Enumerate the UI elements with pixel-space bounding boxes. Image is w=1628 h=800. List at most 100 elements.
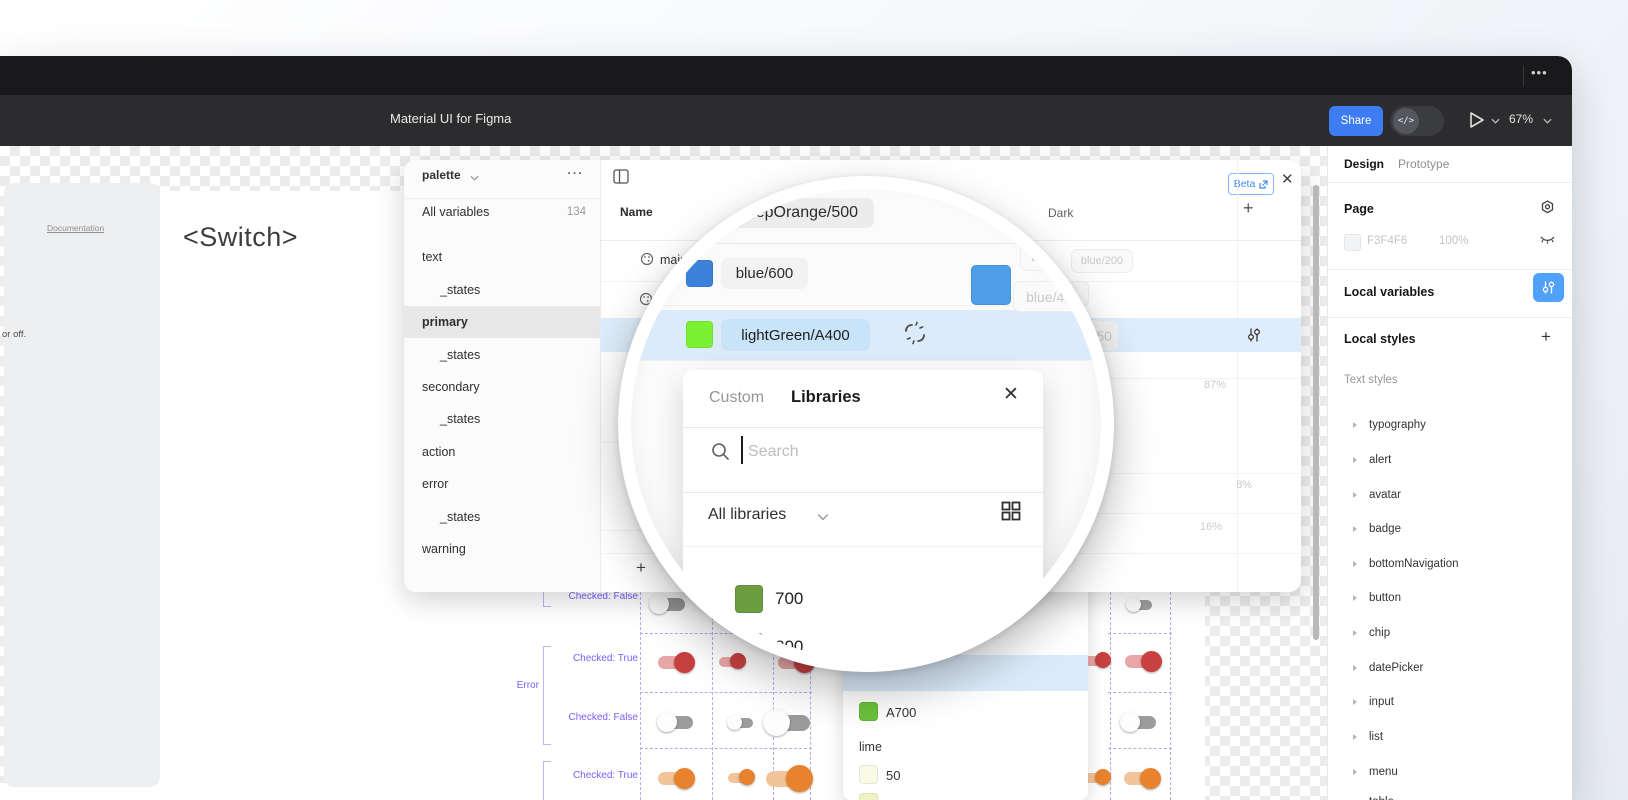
- chevron-down-icon[interactable]: [1491, 118, 1500, 124]
- panel-toggle-icon[interactable]: [613, 169, 629, 184]
- canvas-scrollbar[interactable]: [1313, 185, 1319, 640]
- value-chip-dark[interactable]: blue/400: [1013, 281, 1093, 312]
- page-opacity-value[interactable]: 100%: [1439, 235, 1468, 247]
- file-title[interactable]: Material UI for Figma: [390, 111, 511, 126]
- disclosure-triangle[interactable]: [1353, 630, 1357, 636]
- value-chip-selected[interactable]: lightGreen/A400: [721, 319, 870, 351]
- disclosure-triangle[interactable]: [1353, 769, 1357, 775]
- library-filter-dropdown[interactable]: All libraries: [708, 506, 786, 524]
- text-style-item[interactable]: input: [1369, 696, 1394, 708]
- page-color-value[interactable]: F3F4F6: [1367, 235, 1407, 247]
- sidebar-item-all-variables[interactable]: All variables: [422, 205, 489, 219]
- color-label[interactable]: 50: [886, 768, 900, 783]
- chevron-down-icon[interactable]: [1543, 118, 1552, 124]
- grid-view-icon[interactable]: [1001, 501, 1021, 521]
- layout-guide: [640, 748, 812, 749]
- share-button[interactable]: Share: [1329, 106, 1383, 136]
- tab-libraries[interactable]: Libraries: [791, 388, 861, 407]
- zoom-level[interactable]: 67%: [1509, 112, 1533, 126]
- disclosure-triangle[interactable]: [1353, 699, 1357, 705]
- add-variable-icon[interactable]: +: [636, 558, 646, 578]
- color-swatch[interactable]: [686, 321, 713, 348]
- play-icon[interactable]: [1468, 111, 1486, 129]
- text-style-item[interactable]: bottomNavigation: [1369, 558, 1459, 570]
- color-swatch[interactable]: [735, 633, 763, 659]
- disclosure-triangle[interactable]: [1353, 422, 1357, 428]
- color-label[interactable]: 800: [775, 637, 803, 657]
- color-swatch[interactable]: [859, 793, 878, 800]
- group-item[interactable]: error: [422, 477, 448, 491]
- tab-custom[interactable]: Custom: [709, 389, 764, 407]
- beta-badge[interactable]: Beta: [1228, 173, 1274, 195]
- inspector-panel: Design Prototype Page F3F4F6 100% Local …: [1327, 146, 1572, 800]
- page-color-swatch[interactable]: [1344, 234, 1361, 251]
- window-titlebar: •••: [0, 56, 1572, 95]
- code-icon: </>: [1393, 108, 1419, 134]
- color-swatch[interactable]: [971, 265, 1011, 305]
- text-style-item[interactable]: avatar: [1369, 489, 1401, 501]
- annotation-row-label: Checked: False: [553, 712, 638, 723]
- disclosure-triangle[interactable]: [1353, 492, 1357, 498]
- text-style-item[interactable]: menu: [1369, 766, 1398, 778]
- text-style-item[interactable]: table: [1369, 796, 1394, 800]
- local-styles-header[interactable]: Local styles: [1344, 332, 1416, 346]
- text-style-item[interactable]: alert: [1369, 454, 1391, 466]
- disclosure-triangle[interactable]: [1353, 526, 1357, 532]
- group-item[interactable]: action: [422, 445, 455, 459]
- tab-prototype[interactable]: Prototype: [1398, 157, 1449, 171]
- group-item[interactable]: secondary: [422, 380, 480, 394]
- annotation-group-label: Error: [505, 680, 539, 691]
- group-item[interactable]: _states: [440, 348, 480, 362]
- dev-mode-toggle[interactable]: </>: [1390, 106, 1444, 136]
- open-variables-button[interactable]: [1533, 273, 1564, 302]
- text-style-item[interactable]: typography: [1369, 419, 1426, 431]
- search-input[interactable]: [746, 438, 1000, 466]
- group-item[interactable]: _states: [440, 412, 480, 426]
- color-label[interactable]: 700: [775, 589, 803, 609]
- documentation-link[interactable]: Documentation: [47, 223, 104, 233]
- eye-closed-icon[interactable]: [1539, 233, 1556, 247]
- group-item[interactable]: text: [422, 250, 442, 264]
- group-item-selected[interactable]: primary: [422, 315, 468, 329]
- text-style-item[interactable]: chip: [1369, 627, 1390, 639]
- tab-design[interactable]: Design: [1344, 157, 1384, 171]
- text-style-item[interactable]: list: [1369, 731, 1383, 743]
- page-section-header[interactable]: Page: [1344, 202, 1374, 216]
- value-chip[interactable]: blue/600: [721, 258, 808, 289]
- group-item[interactable]: warning: [422, 542, 466, 556]
- library-icon[interactable]: [1539, 199, 1556, 216]
- local-variables-header[interactable]: Local variables: [1344, 285, 1434, 299]
- color-swatch[interactable]: [686, 260, 713, 287]
- divider: [683, 492, 1043, 493]
- close-icon[interactable]: ✕: [1003, 383, 1019, 406]
- color-swatch[interactable]: [859, 702, 878, 721]
- color-swatch[interactable]: [859, 765, 878, 784]
- color-label[interactable]: A700: [886, 705, 916, 720]
- disclosure-triangle[interactable]: [1353, 595, 1357, 601]
- divider: [683, 546, 1043, 547]
- add-mode-icon[interactable]: +: [1243, 198, 1254, 219]
- color-swatch[interactable]: [735, 585, 763, 613]
- text-style-item[interactable]: button: [1369, 592, 1401, 604]
- magnifier-content: deepOrange/500 blue/600 lightGreen/A400 …: [631, 189, 1101, 659]
- overflow-menu-icon[interactable]: …: [566, 159, 583, 179]
- collection-dropdown[interactable]: palette: [422, 168, 461, 182]
- text-style-item[interactable]: badge: [1369, 523, 1401, 535]
- editing-value-chip[interactable]: deepOrange/500: [722, 198, 874, 228]
- group-item[interactable]: _states: [440, 510, 480, 524]
- disclosure-triangle[interactable]: [1353, 734, 1357, 740]
- value-chip-dark[interactable]: blue/200: [1020, 241, 1096, 271]
- disclosure-triangle[interactable]: [1353, 457, 1357, 463]
- group-bracket: [543, 761, 551, 800]
- window-menu-icon[interactable]: •••: [1531, 65, 1548, 80]
- close-icon[interactable]: ✕: [1281, 170, 1294, 188]
- disclosure-triangle[interactable]: [1353, 665, 1357, 671]
- text-style-item[interactable]: datePicker: [1369, 662, 1423, 674]
- group-item[interactable]: _states: [440, 283, 480, 297]
- add-style-icon[interactable]: +: [1541, 327, 1551, 347]
- disclosure-triangle[interactable]: [1353, 561, 1357, 567]
- sliders-icon[interactable]: [1246, 327, 1262, 343]
- column-header-name[interactable]: Name: [620, 205, 653, 219]
- column-header-dark[interactable]: Dark: [1048, 206, 1073, 220]
- broken-link-icon[interactable]: [901, 319, 929, 347]
